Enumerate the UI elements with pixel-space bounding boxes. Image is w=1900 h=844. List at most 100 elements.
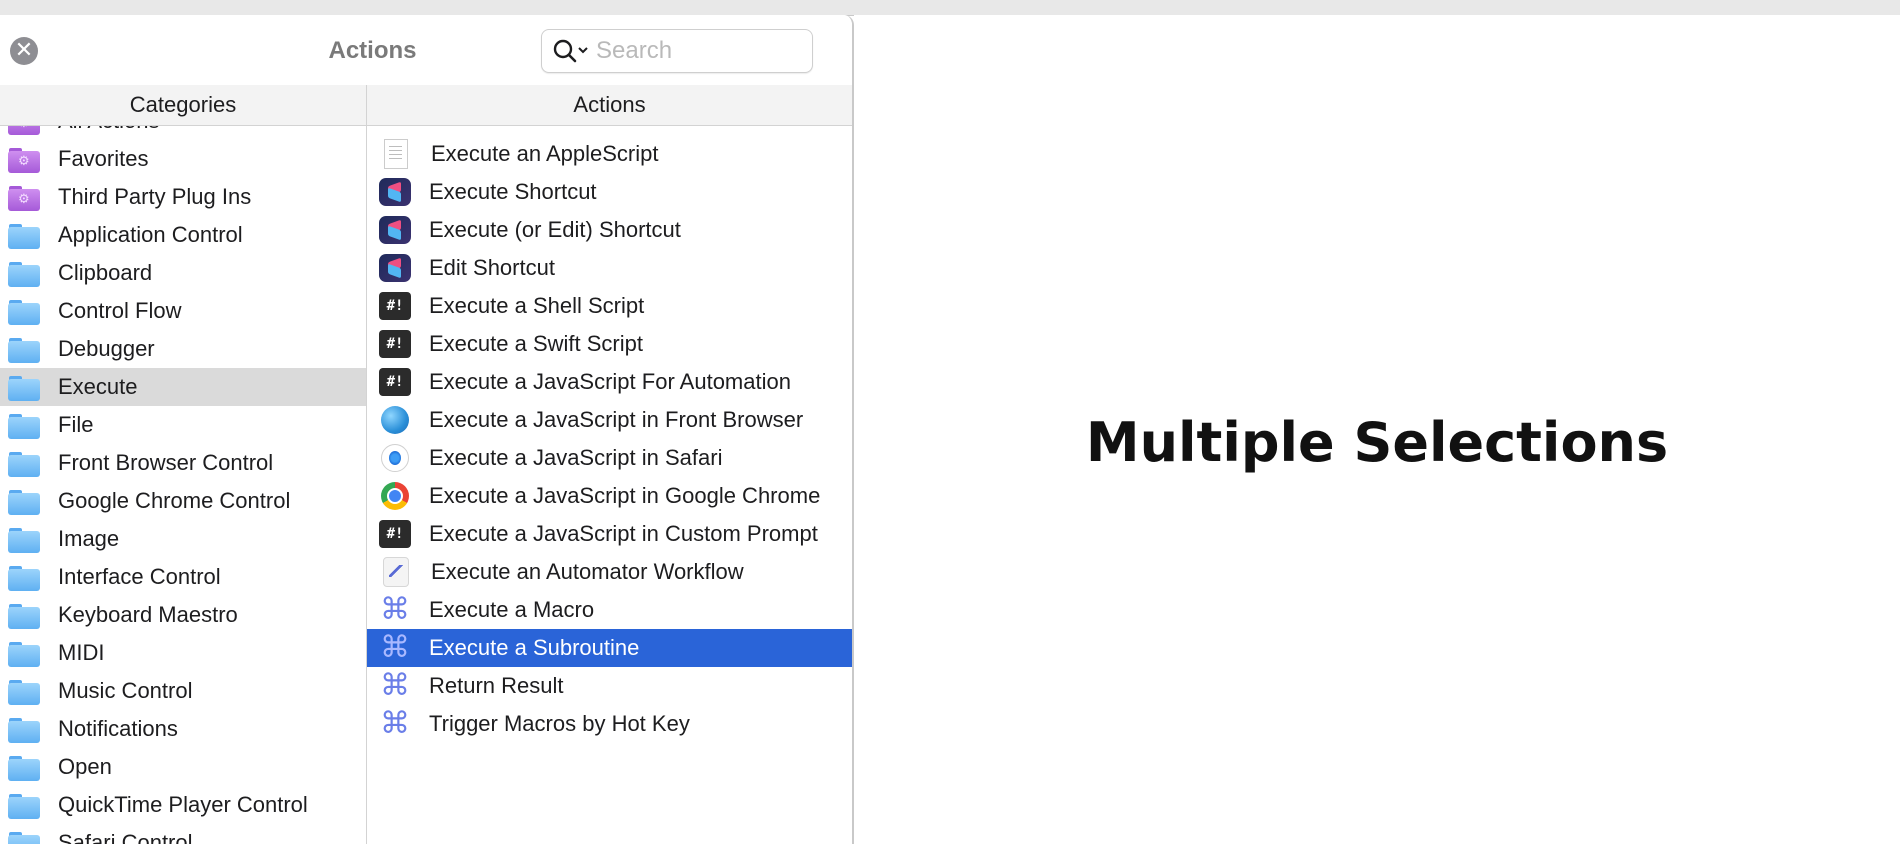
folder-icon <box>8 677 40 705</box>
action-item-label: Execute a Macro <box>429 597 595 622</box>
action-item-label: Execute an Automator Workflow <box>431 559 744 584</box>
action-item[interactable]: #! Execute a Shell Script <box>367 287 852 325</box>
action-item-label: Execute a JavaScript in Front Browser <box>429 407 804 432</box>
folder-icon <box>8 221 40 249</box>
terminal-icon: #! <box>379 520 411 548</box>
category-item[interactable]: File <box>0 406 366 444</box>
action-item-label: Execute a JavaScript For Automation <box>429 369 791 394</box>
command-key-icon: ⌘ <box>380 592 410 627</box>
command-key-icon: ⌘ <box>380 630 410 665</box>
actions-list[interactable]: Execute an AppleScript Execute Shortcut Ex… <box>367 126 852 844</box>
category-item[interactable]: QuickTime Player Control <box>0 786 366 824</box>
category-item-label: Interface Control <box>58 564 221 589</box>
category-item-label: Safari Control <box>58 830 193 844</box>
action-item[interactable]: Execute an Automator Workflow <box>367 553 852 591</box>
category-item-label: Google Chrome Control <box>58 488 291 513</box>
close-icon[interactable]: ✕ <box>10 37 38 65</box>
action-item[interactable]: Execute Shortcut <box>367 173 852 211</box>
chrome-icon <box>381 482 409 510</box>
terminal-icon: #! <box>379 368 411 396</box>
action-item-label: Edit Shortcut <box>429 255 555 280</box>
category-item[interactable]: Notifications <box>0 710 366 748</box>
action-item[interactable]: ⌘ Trigger Macros by Hot Key <box>367 705 852 743</box>
category-item[interactable]: Image <box>0 520 366 558</box>
category-item-label: Music Control <box>58 678 193 703</box>
column-headers: Categories Actions <box>0 85 852 126</box>
category-item[interactable]: ⚙ Favorites <box>0 140 366 178</box>
action-item[interactable]: Execute a JavaScript in Safari <box>367 439 852 477</box>
action-item-label: Execute Shortcut <box>429 179 597 204</box>
category-item-label: Open <box>58 754 112 779</box>
category-item-label: Application Control <box>58 222 243 247</box>
category-item[interactable]: Interface Control <box>0 558 366 596</box>
action-item-label: Execute a Shell Script <box>429 293 645 318</box>
safari-icon <box>381 444 409 472</box>
category-item-label: All Actions <box>58 126 160 134</box>
folder-purple-gear-icon: ⚙ <box>8 145 40 173</box>
action-item[interactable]: Execute a JavaScript in Google Chrome <box>367 477 852 515</box>
category-item[interactable]: MIDI <box>0 634 366 672</box>
categories-list[interactable]: ⚙ All Actions ⚙ Favorites ⚙ Third Party Plug … <box>0 126 367 844</box>
actions-column-header[interactable]: Actions <box>367 85 852 125</box>
folder-icon <box>8 601 40 629</box>
multiple-selections-message: Multiple Selections <box>1085 411 1669 474</box>
action-item[interactable]: #! Execute a Swift Script <box>367 325 852 363</box>
action-item[interactable]: Edit Shortcut <box>367 249 852 287</box>
folder-icon <box>8 715 40 743</box>
action-item[interactable]: #! Execute a JavaScript in Custom Prompt <box>367 515 852 553</box>
folder-icon <box>8 639 40 667</box>
action-item[interactable]: ⌘ Return Result <box>367 667 852 705</box>
window-top-strip <box>0 0 1900 16</box>
action-item[interactable]: Execute a JavaScript in Front Browser <box>367 401 852 439</box>
folder-icon <box>8 411 40 439</box>
category-item[interactable]: Google Chrome Control <box>0 482 366 520</box>
search-field[interactable] <box>541 29 813 73</box>
terminal-icon: #! <box>379 292 411 320</box>
category-item[interactable]: Music Control <box>0 672 366 710</box>
terminal-icon: #! <box>379 330 411 358</box>
search-input[interactable] <box>594 34 803 68</box>
category-item-label: Debugger <box>58 336 155 361</box>
action-item[interactable]: ⌘ Execute a Subroutine <box>367 629 852 667</box>
folder-icon <box>8 297 40 325</box>
folder-icon <box>8 449 40 477</box>
action-item[interactable]: Execute an AppleScript <box>367 135 852 173</box>
category-item[interactable]: Execute <box>0 368 366 406</box>
category-item[interactable]: Keyboard Maestro <box>0 596 366 634</box>
shortcuts-icon <box>379 216 411 244</box>
category-item-label: MIDI <box>58 640 105 665</box>
action-picker-panel: ✕ Actions Categories Actions ⚙ All Action… <box>0 15 854 844</box>
action-item[interactable]: Execute (or Edit) Shortcut <box>367 211 852 249</box>
category-item[interactable]: Open <box>0 748 366 786</box>
folder-purple-gear-icon: ⚙ <box>8 126 40 135</box>
category-item[interactable]: Control Flow <box>0 292 366 330</box>
folder-icon <box>8 563 40 591</box>
action-item-label: Trigger Macros by Hot Key <box>429 711 690 736</box>
action-item-label: Return Result <box>429 673 564 698</box>
categories-column-header[interactable]: Categories <box>0 85 367 125</box>
category-item-label: QuickTime Player Control <box>58 792 308 817</box>
category-item[interactable]: ⚙ Third Party Plug Ins <box>0 178 366 216</box>
folder-icon <box>8 525 40 553</box>
category-item-label: Front Browser Control <box>58 450 274 475</box>
category-item[interactable]: Clipboard <box>0 254 366 292</box>
category-item[interactable]: Debugger <box>0 330 366 368</box>
category-item-label: Execute <box>58 374 138 399</box>
folder-icon <box>8 791 40 819</box>
action-item-label: Execute (or Edit) Shortcut <box>429 217 681 242</box>
action-item-label: Execute a JavaScript in Custom Prompt <box>429 521 818 546</box>
shortcuts-icon <box>379 254 411 282</box>
category-item[interactable]: Application Control <box>0 216 366 254</box>
action-item[interactable]: ⌘ Execute a Macro <box>367 591 852 629</box>
category-item-label: Notifications <box>58 716 178 741</box>
category-item[interactable]: Safari Control <box>0 824 366 844</box>
panel-title: Actions <box>328 37 417 64</box>
search-icon[interactable] <box>552 38 592 64</box>
action-item-label: Execute an AppleScript <box>431 141 659 166</box>
category-item[interactable]: ⚙ All Actions <box>0 126 366 140</box>
folder-icon <box>8 487 40 515</box>
category-item[interactable]: Front Browser Control <box>0 444 366 482</box>
panel-header: ✕ Actions <box>0 15 852 85</box>
category-item-label: Third Party Plug Ins <box>58 184 252 209</box>
action-item[interactable]: #! Execute a JavaScript For Automation <box>367 363 852 401</box>
